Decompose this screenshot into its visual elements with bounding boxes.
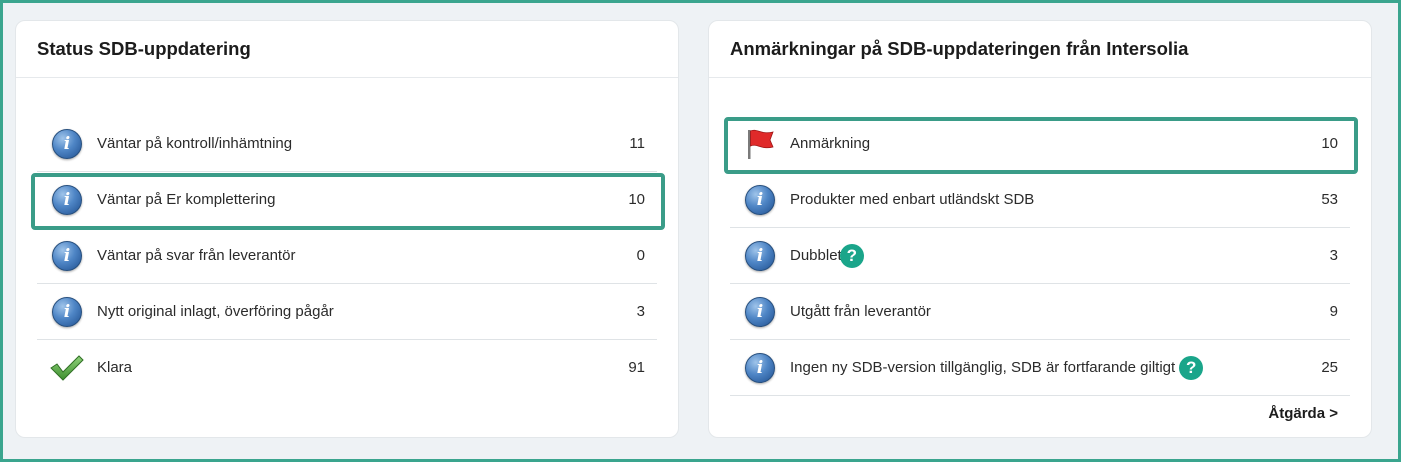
remarks-row-no-new-version[interactable]: i Ingen ny SDB-version tillgänglig, SDB … — [730, 340, 1350, 396]
info-icon: i — [52, 296, 82, 327]
row-count: 10 — [1321, 135, 1338, 152]
row-count: 3 — [1329, 247, 1338, 264]
status-row-awaiting-supplier[interactable]: i Väntar på svar från leverantör 0 — [37, 228, 657, 284]
checkmark-icon — [50, 354, 84, 381]
row-label: Klara — [97, 359, 133, 376]
row-count: 9 — [1329, 303, 1338, 320]
info-icon: i — [745, 240, 775, 271]
row-count: 25 — [1321, 359, 1338, 376]
row-label: Ingen ny SDB-version tillgänglig, SDB är… — [790, 359, 1176, 376]
info-icon: i — [52, 184, 82, 215]
row-label: Utgått från leverantör — [790, 303, 931, 320]
flag-icon — [748, 129, 774, 159]
row-count: 10 — [628, 191, 645, 208]
remarks-row-remark[interactable]: Anmärkning 10 — [724, 116, 1358, 174]
help-icon[interactable]: ? — [839, 243, 864, 268]
info-icon: i — [745, 184, 775, 215]
row-label: Väntar på Er komplettering — [97, 191, 276, 208]
dashboard-frame: Status SDB-uppdatering i Väntar på kontr… — [0, 0, 1401, 462]
status-row-transfer-in-progress[interactable]: i Nytt original inlagt, överföring pågår… — [37, 284, 657, 340]
row-label: Anmärkning — [790, 135, 871, 152]
remarks-row-foreign-sdb[interactable]: i Produkter med enbart utländskt SDB 53 — [730, 172, 1350, 228]
row-label: Nytt original inlagt, överföring pågår — [97, 303, 334, 320]
row-label: Dubblett — [790, 247, 846, 264]
row-label-wrap: Ingen ny SDB-version tillgänglig, SDB är… — [790, 355, 1278, 380]
help-icon[interactable]: ? — [1179, 355, 1204, 380]
info-icon: i — [52, 240, 82, 271]
resolve-link[interactable]: Åtgärda > — [1268, 405, 1338, 422]
status-row-awaiting-check[interactable]: i Väntar på kontroll/inhämtning 11 — [37, 116, 657, 172]
row-count: 53 — [1321, 191, 1338, 208]
status-row-awaiting-completion[interactable]: i Väntar på Er komplettering 10 — [31, 172, 665, 230]
row-label: Väntar på svar från leverantör — [97, 247, 296, 264]
info-icon: i — [52, 128, 82, 159]
row-label: Produkter med enbart utländskt SDB — [790, 191, 1035, 208]
row-count: 11 — [629, 135, 645, 152]
status-row-done[interactable]: Klara 91 — [37, 340, 657, 395]
remarks-row-duplicate[interactable]: i Dubblett ? 3 — [730, 228, 1350, 284]
remarks-row-expired[interactable]: i Utgått från leverantör 9 — [730, 284, 1350, 340]
status-card-title: Status SDB-uppdatering — [16, 21, 678, 78]
remarks-card: Anmärkningar på SDB-uppdateringen från I… — [708, 20, 1372, 438]
row-label: Väntar på kontroll/inhämtning — [97, 135, 293, 152]
row-count: 91 — [628, 359, 645, 376]
row-count: 3 — [636, 303, 645, 320]
status-list: i Väntar på kontroll/inhämtning 11 i Vän… — [31, 116, 665, 395]
row-count: 0 — [636, 247, 645, 264]
remarks-list: Anmärkning 10 i Produkter med enbart utl… — [724, 116, 1358, 396]
row-label-wrap: Dubblett ? — [790, 243, 1278, 268]
info-icon: i — [745, 296, 775, 327]
status-card: Status SDB-uppdatering i Väntar på kontr… — [15, 20, 679, 438]
remarks-card-title: Anmärkningar på SDB-uppdateringen från I… — [709, 21, 1371, 78]
info-icon: i — [745, 352, 775, 383]
